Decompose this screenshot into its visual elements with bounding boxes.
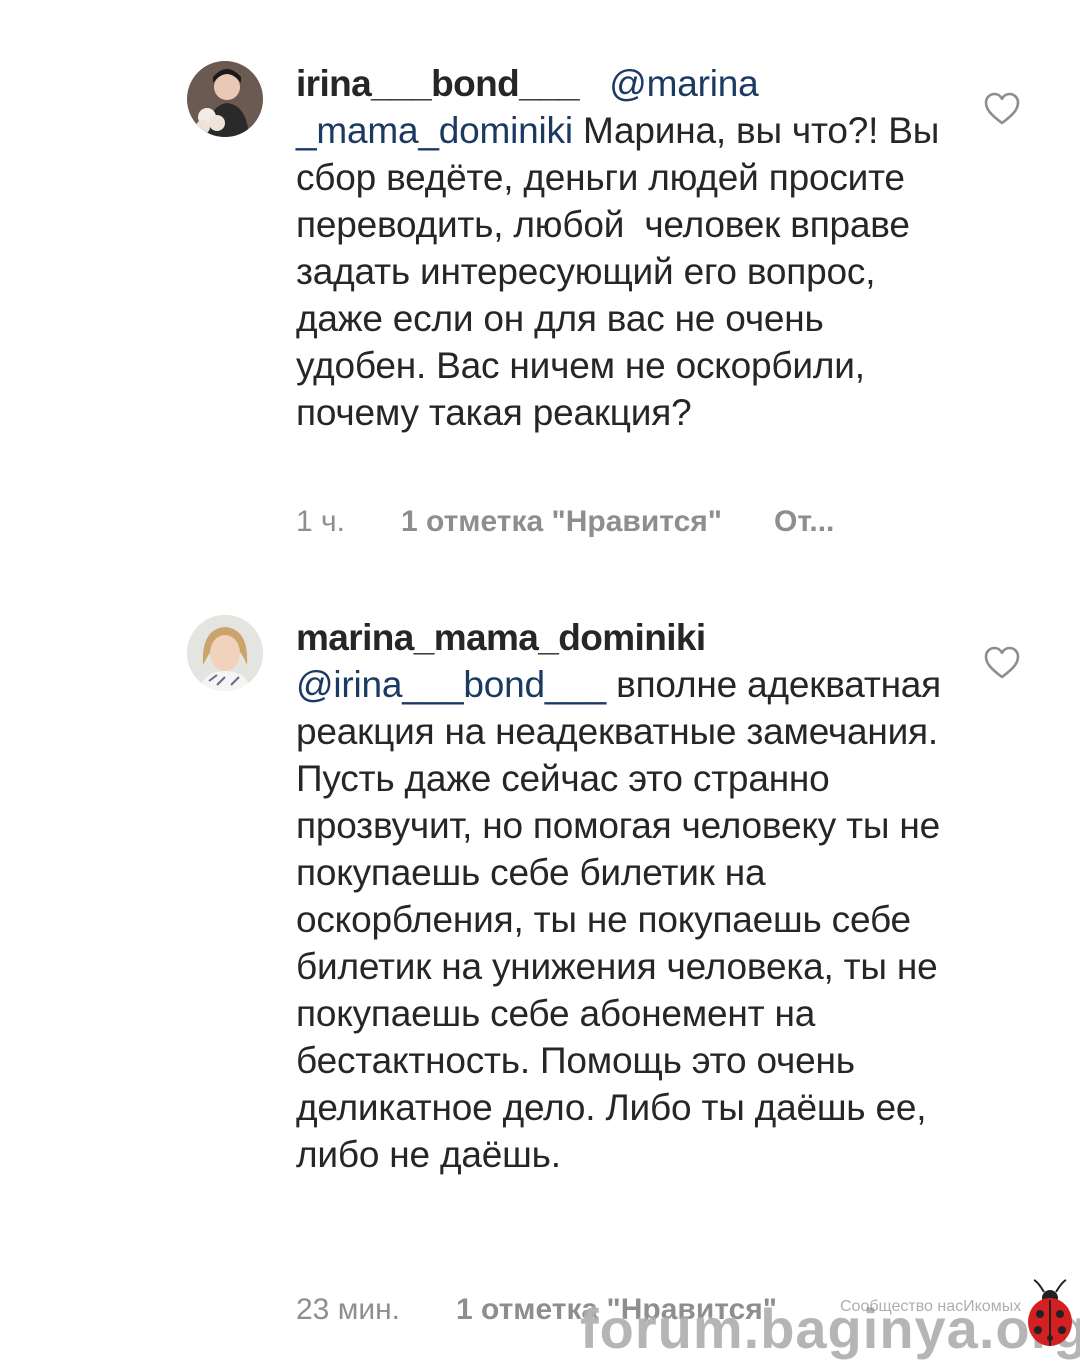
username[interactable]: marina_mama_dominiki — [296, 617, 706, 658]
comment-body: Марина, вы что?! Вы сбор ведёте, деньги … — [296, 110, 950, 433]
timestamp: 1 ч. — [296, 505, 345, 538]
comment-meta: 1 ч. 1 отметка "Нравится" От... — [296, 505, 834, 539]
heart-icon[interactable] — [984, 646, 1020, 680]
avatar[interactable] — [187, 615, 263, 691]
heart-icon[interactable] — [984, 92, 1020, 126]
username[interactable]: irina___bond___ — [296, 63, 580, 104]
watermark-subtitle: Сообщество насИкомых — [840, 1298, 1022, 1315]
timestamp: 23 мин. — [296, 1293, 400, 1326]
reply-button[interactable]: От... — [774, 505, 834, 538]
ladybug-icon — [1022, 1278, 1078, 1348]
mention-link[interactable]: @irina___bond___ — [296, 664, 606, 705]
comment-body: вполне адекватная реакция на неадекватны… — [296, 664, 952, 1175]
comment-text: marina_mama_dominiki @irina___bond___ вп… — [296, 614, 946, 1178]
likes-count[interactable]: 1 отметка "Нравится" — [401, 505, 722, 538]
comment-text: irina___bond___ @marina _mama_dominiki М… — [296, 60, 946, 436]
avatar[interactable] — [187, 61, 263, 137]
